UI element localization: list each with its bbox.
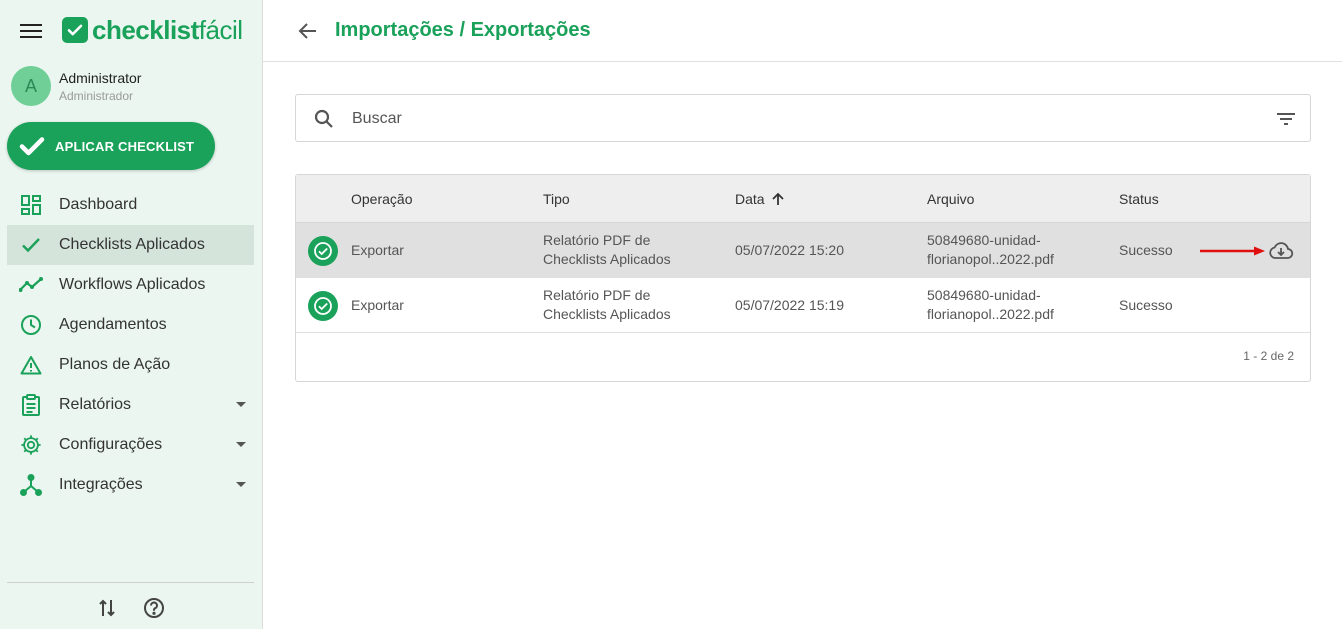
check-icon [19,137,45,156]
sidebar-nav: Dashboard Checklists Aplicados Workflows… [7,185,254,505]
integration-icon [19,473,43,497]
sidebar-item-relatorios[interactable]: Relatórios [7,385,254,425]
chevron-down-icon[interactable] [236,482,246,487]
column-header-operacao[interactable]: Operação [351,191,412,207]
report-icon [19,393,43,417]
page-title: Importações / Exportações [335,19,591,41]
table-row[interactable]: Exportar Relatório PDF de Checklists Apli… [296,223,1310,278]
chevron-down-icon[interactable] [236,442,246,447]
pagination-info: 1 - 2 de 2 [1243,349,1294,363]
user-name: Administrator [59,70,142,86]
sidebar-item-label: Checklists Aplicados [59,236,205,253]
clock-icon [19,313,43,337]
column-header-data[interactable]: Data [735,191,785,207]
swap-icon[interactable] [96,597,118,619]
user-profile[interactable]: A Administrator Administrador [11,66,251,106]
column-header-arquivo[interactable]: Arquivo [927,191,974,207]
table-row[interactable]: Exportar Relatório PDF de Checklists Apli… [296,278,1310,333]
menu-icon[interactable] [20,24,42,40]
sidebar-item-label: Planos de Ação [59,356,171,373]
warning-icon [19,353,43,377]
sidebar-item-checklists-aplicados[interactable]: Checklists Aplicados [7,225,254,265]
dashboard-icon [19,193,43,217]
sidebar-item-label: Integrações [59,476,143,493]
sidebar: checklistfácil A Administrator Administr… [0,0,263,629]
apply-checklist-button[interactable]: APLICAR CHECKLIST [7,122,215,170]
sort-arrow-up-icon[interactable] [771,192,785,206]
filter-icon[interactable] [1274,107,1298,131]
help-icon[interactable] [143,597,165,619]
cell-data: 05/07/2022 15:20 [735,242,844,258]
sidebar-item-label: Agendamentos [59,316,167,333]
sidebar-item-workflows-aplicados[interactable]: Workflows Aplicados [7,265,254,305]
sidebar-item-dashboard[interactable]: Dashboard [7,185,254,225]
cell-status: Sucesso [1119,297,1173,313]
page-header: Importações / Exportações [263,0,1342,62]
sidebar-item-label: Relatórios [59,396,132,413]
sidebar-topbar: checklistfácil [0,0,263,62]
table-header: Operação Tipo Data Arquivo Status [296,175,1310,223]
success-check-icon [308,236,338,266]
sidebar-item-label: Workflows Aplicados [59,276,206,293]
cell-arquivo[interactable]: 50849680-unidad-florianopol..2022.pdf [927,286,1054,324]
brand-logo[interactable]: checklistfácil [62,14,243,46]
avatar: A [11,66,51,106]
success-check-icon [308,291,338,321]
cell-tipo: Relatório PDF de Checklists Aplicados [543,232,671,267]
search-icon [312,107,336,131]
column-header-tipo[interactable]: Tipo [543,191,570,207]
cell-data: 05/07/2022 15:19 [735,297,844,313]
trend-icon [19,273,43,297]
sidebar-footer [7,582,254,629]
column-header-status[interactable]: Status [1119,191,1159,207]
logo-text: checklistfácil [92,14,243,45]
search-input[interactable] [352,107,1252,131]
user-role: Administrador [59,89,134,103]
cell-operacao: Exportar [351,242,404,258]
apply-checklist-label: APLICAR CHECKLIST [55,138,195,154]
cell-status: Sucesso [1119,242,1173,258]
sidebar-item-label: Dashboard [59,196,138,213]
sidebar-item-agendamentos[interactable]: Agendamentos [7,305,254,345]
sidebar-item-planos-de-acao[interactable]: Planos de Ação [7,345,254,385]
sidebar-item-label: Configurações [59,436,163,453]
column-header-label: Data [735,191,765,207]
cell-tipo: Relatório PDF de Checklists Aplicados [543,287,671,322]
cloud-download-icon[interactable] [1268,238,1294,264]
back-arrow-icon[interactable] [296,19,320,43]
chevron-down-icon[interactable] [236,402,246,407]
sidebar-item-configuracoes[interactable]: Configurações [7,425,254,465]
search-bar [295,94,1311,142]
gear-icon [19,433,43,457]
annotation-arrow [1200,246,1265,256]
cell-operacao: Exportar [351,297,404,313]
logo-check-icon [62,17,88,43]
cell-arquivo[interactable]: 50849680-unidad-florianopol..2022.pdf [927,231,1054,269]
check-icon [19,233,43,257]
imports-exports-table: Operação Tipo Data Arquivo Status Export… [295,174,1311,382]
sidebar-item-integracoes[interactable]: Integrações [7,465,254,505]
